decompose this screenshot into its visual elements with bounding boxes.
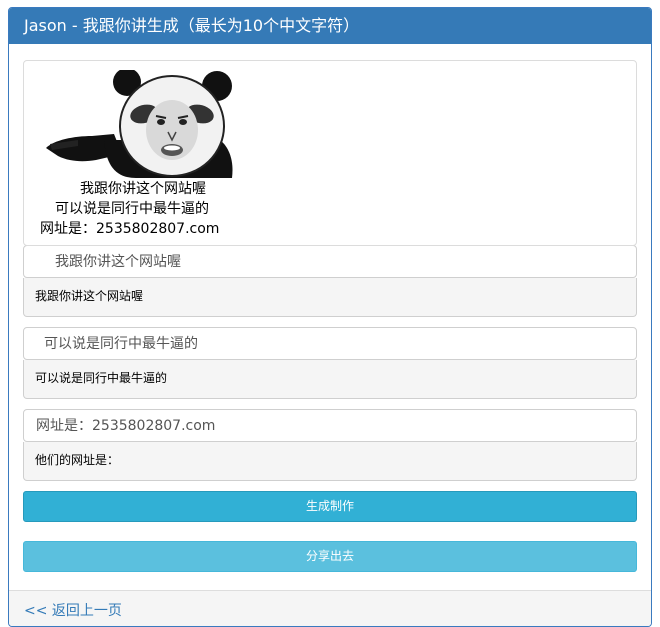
caption-input-2[interactable]: [23, 327, 637, 360]
meme-generator-panel: Jason - 我跟你讲生成（最长为10个中文字符） 我跟你讲这个网站喔 可以说…: [8, 7, 652, 627]
page-title: Jason - 我跟你讲生成（最长为10个中文字符）: [9, 8, 651, 44]
back-link[interactable]: << 返回上一页: [24, 603, 122, 619]
field-group-2: 可以说是同行中最牛逼的: [23, 327, 637, 399]
share-button[interactable]: 分享出去: [23, 541, 637, 572]
meme-caption-line-3: 网址是：2535802807.com: [40, 221, 220, 237]
panel-footer: << 返回上一页: [9, 590, 651, 626]
field-group-1: 我跟你讲这个网站喔: [23, 245, 637, 317]
panel-body: 我跟你讲这个网站喔 可以说是同行中最牛逼的 网址是：2535802807.com…: [9, 44, 651, 572]
meme-preview: 我跟你讲这个网站喔 可以说是同行中最牛逼的 网址是：2535802807.com: [23, 60, 637, 246]
caption-input-1[interactable]: [23, 245, 637, 278]
caption-output-2: 可以说是同行中最牛逼的: [23, 360, 637, 399]
caption-output-3: 他们的网址是：: [23, 442, 637, 481]
caption-input-3[interactable]: [23, 409, 637, 442]
meme-caption-line-2: 可以说是同行中最牛逼的: [55, 201, 209, 217]
field-group-3: 他们的网址是：: [23, 409, 637, 481]
meme-caption-line-1: 我跟你讲这个网站喔: [80, 181, 206, 197]
caption-output-1: 我跟你讲这个网站喔: [23, 278, 637, 317]
panda-meme-icon: [46, 70, 233, 178]
generate-button[interactable]: 生成制作: [23, 491, 637, 522]
